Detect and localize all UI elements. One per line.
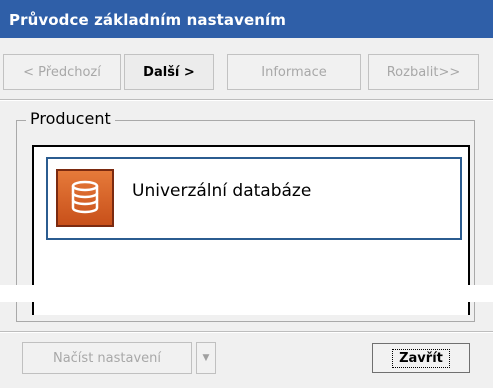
expand-button[interactable]: Rozbalit>> [368, 54, 479, 90]
footer-divider [0, 331, 493, 333]
title-bar: Průvodce základním nastavením [0, 0, 493, 38]
image-gap [0, 285, 493, 302]
window-title: Průvodce základním nastavením [9, 11, 287, 29]
list-item-universal-database[interactable]: Univerzální databáze [46, 157, 462, 240]
load-settings-button[interactable]: Načíst nastavení [22, 342, 192, 374]
producer-group-bottom [16, 302, 475, 322]
chevron-down-icon: ▼ [202, 353, 210, 363]
previous-button[interactable]: < Předchozí [3, 54, 121, 90]
info-button[interactable]: Informace [227, 54, 361, 90]
database-icon [56, 169, 114, 227]
next-button[interactable]: Další > [124, 54, 214, 90]
producer-group-title: Producent [26, 109, 115, 128]
list-item-label: Univerzální databáze [132, 181, 312, 201]
close-button[interactable]: Zavřít [372, 343, 470, 373]
close-button-label: Zavřít [392, 348, 450, 368]
wizard-window: Průvodce základním nastavením < Předchoz… [0, 0, 493, 388]
toolbar-divider [0, 99, 493, 101]
load-settings-dropdown[interactable]: ▼ [196, 342, 216, 374]
